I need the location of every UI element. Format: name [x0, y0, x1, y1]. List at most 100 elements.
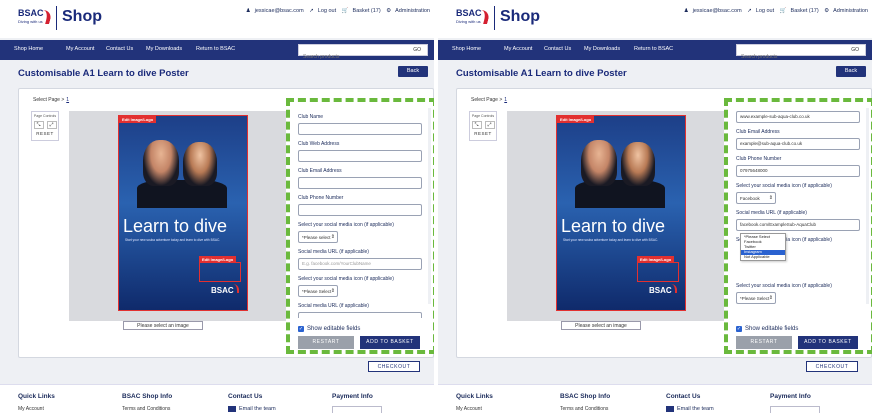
logout-link[interactable]: Log out	[756, 8, 774, 14]
footer-my-account-link[interactable]: My Account	[18, 406, 55, 412]
club-name-label: Club Name	[298, 114, 324, 120]
user-email-link[interactable]: jessicae@bsac.com	[693, 8, 742, 14]
club-phone-input[interactable]: 07975648000	[736, 165, 860, 177]
user-links: ♟ jessicae@bsac.com ➚ Log out 🛒 Basket (17)…	[242, 8, 430, 14]
bsac-logo[interactable]: BSAC Diving with us	[18, 8, 53, 30]
social-icon-select[interactable]: *Please select	[298, 231, 338, 243]
club-web-label: Club Web Address	[298, 141, 340, 147]
administration-link[interactable]: Administration	[833, 8, 868, 14]
show-editable-toggle[interactable]: ✓ Show editable fields	[298, 326, 360, 332]
checkbox-icon[interactable]: ✓	[298, 326, 304, 332]
checkout-button[interactable]: CHECKOUT	[806, 361, 858, 372]
club-web-input[interactable]	[298, 150, 422, 162]
basket-link[interactable]: Basket (17)	[353, 8, 381, 14]
search-go-button[interactable]: GO	[413, 47, 421, 53]
logout-link[interactable]: Log out	[318, 8, 336, 14]
email-team-link[interactable]: Email the team	[666, 406, 714, 412]
nav-contact-us[interactable]: Contact Us	[106, 46, 133, 52]
social-url-input[interactable]: E.g. facebook.com/YourClubName	[298, 258, 422, 270]
form-scrollbar[interactable]	[866, 108, 869, 304]
footer-terms-link[interactable]: Terms and Conditions	[122, 406, 172, 412]
form-fields: Club Name Club Web Address Club Email Ad…	[298, 108, 426, 318]
user-links: ♟ jessicae@bsac.com ➚ Log out 🛒 Basket (17)…	[680, 8, 868, 14]
select-page-label: Select Page >	[33, 97, 65, 103]
poster-bsac-logo: BSAC	[649, 286, 672, 295]
logo-placeholder[interactable]	[637, 262, 679, 282]
back-button[interactable]: Back	[836, 66, 866, 77]
payment-select[interactable]	[332, 406, 382, 413]
logo-placeholder[interactable]	[199, 262, 241, 282]
footer-terms-link[interactable]: Terms and Conditions	[560, 406, 610, 412]
mail-icon	[228, 406, 236, 412]
nav-contact-us[interactable]: Contact Us	[544, 46, 571, 52]
dropdown-option-not-applicable[interactable]: Not Applicable	[741, 254, 785, 260]
club-email-label: Club Email Address	[736, 129, 780, 135]
nav-shop-home[interactable]: Shop Home	[452, 46, 481, 52]
payment-select[interactable]	[770, 406, 820, 413]
basket-icon: 🛒	[341, 8, 349, 14]
checkout-button[interactable]: CHECKOUT	[368, 361, 420, 372]
footer-payment: Payment Info	[332, 393, 373, 400]
select-page-link[interactable]: 1	[504, 97, 507, 103]
restart-button[interactable]: RESTART	[736, 336, 792, 349]
expand-icon[interactable]: ⤡	[33, 121, 44, 129]
social-url-label-2: Social media URL (if applicable)	[298, 303, 369, 309]
shop-title[interactable]: Shop	[500, 8, 540, 26]
restart-button[interactable]: RESTART	[298, 336, 354, 349]
basket-link[interactable]: Basket (17)	[791, 8, 819, 14]
mail-icon	[666, 406, 674, 412]
select-image-button[interactable]: Please select an image	[123, 321, 203, 330]
social-icon-select-3[interactable]: *Please Select	[736, 292, 776, 304]
edit-image-top-button[interactable]: Edit Image/Logo	[119, 116, 157, 123]
form-scrollbar[interactable]	[428, 108, 431, 304]
expand-icon[interactable]: ⤡	[471, 121, 482, 129]
back-button[interactable]: Back	[398, 66, 428, 77]
administration-link[interactable]: Administration	[395, 8, 430, 14]
nav-my-account[interactable]: My Account	[66, 46, 94, 52]
page-controls-label: Page Controls	[471, 114, 495, 118]
select-image-button[interactable]: Please select an image	[561, 321, 641, 330]
social-icon-select-2[interactable]: *Please Select	[298, 285, 338, 297]
social-url-input[interactable]: facebook.com/ExampleSub-AquaClub	[736, 219, 860, 231]
shop-title[interactable]: Shop	[62, 8, 102, 26]
nav-shop-home[interactable]: Shop Home	[14, 46, 43, 52]
divers-photo[interactable]	[133, 130, 233, 210]
club-email-label: Club Email Address	[298, 168, 342, 174]
show-editable-toggle[interactable]: ✓ Show editable fields	[736, 326, 798, 332]
club-email-input[interactable]	[298, 177, 422, 189]
navbar: Shop Home My Account Contact Us My Downl…	[0, 40, 434, 62]
add-to-basket-button[interactable]: ADD TO BASKET	[798, 336, 858, 349]
nav-my-downloads[interactable]: My Downloads	[584, 46, 620, 52]
divers-photo[interactable]	[571, 130, 671, 210]
header-divider	[494, 6, 495, 30]
social-url-input-2[interactable]	[298, 312, 422, 318]
club-name-input[interactable]	[298, 123, 422, 135]
nav-return-bsac[interactable]: Return to BSAC	[196, 46, 235, 52]
footer-my-account-link[interactable]: My Account	[456, 406, 493, 412]
reset-button[interactable]: RESET	[31, 131, 59, 136]
footer: Quick Links My Account BSAC Shop Info Term…	[438, 384, 872, 413]
footer-shop-info: BSAC Shop Info	[122, 393, 173, 400]
nav-my-downloads[interactable]: My Downloads	[146, 46, 182, 52]
checkbox-icon[interactable]: ✓	[736, 326, 742, 332]
social-icon-select[interactable]: Facebook	[736, 192, 776, 204]
bsac-logo[interactable]: BSAC Diving with us	[456, 8, 491, 30]
add-to-basket-button[interactable]: ADD TO BASKET	[360, 336, 420, 349]
footer-contact: Contact Us	[666, 393, 701, 400]
form-highlight-box: www.example-sub-aqua-club.co.uk Club Ema…	[724, 98, 872, 354]
club-email-input[interactable]: example@sub-aqua-club.co.uk	[736, 138, 860, 150]
edit-image-top-button[interactable]: Edit Image/Logo	[557, 116, 595, 123]
reset-button[interactable]: RESET	[469, 131, 497, 136]
shrink-icon[interactable]: ⤢	[46, 121, 57, 129]
club-phone-label: Club Phone Number	[736, 156, 782, 162]
email-team-link[interactable]: Email the team	[228, 406, 276, 412]
nav-return-bsac[interactable]: Return to BSAC	[634, 46, 673, 52]
page-controls-label: Page Controls	[33, 114, 57, 118]
user-email-link[interactable]: jessicae@bsac.com	[255, 8, 304, 14]
nav-my-account[interactable]: My Account	[504, 46, 532, 52]
search-go-button[interactable]: GO	[851, 47, 859, 53]
club-phone-input[interactable]	[298, 204, 422, 216]
select-page-link[interactable]: 1	[66, 97, 69, 103]
club-web-input[interactable]: www.example-sub-aqua-club.co.uk	[736, 111, 860, 123]
shrink-icon[interactable]: ⤢	[484, 121, 495, 129]
